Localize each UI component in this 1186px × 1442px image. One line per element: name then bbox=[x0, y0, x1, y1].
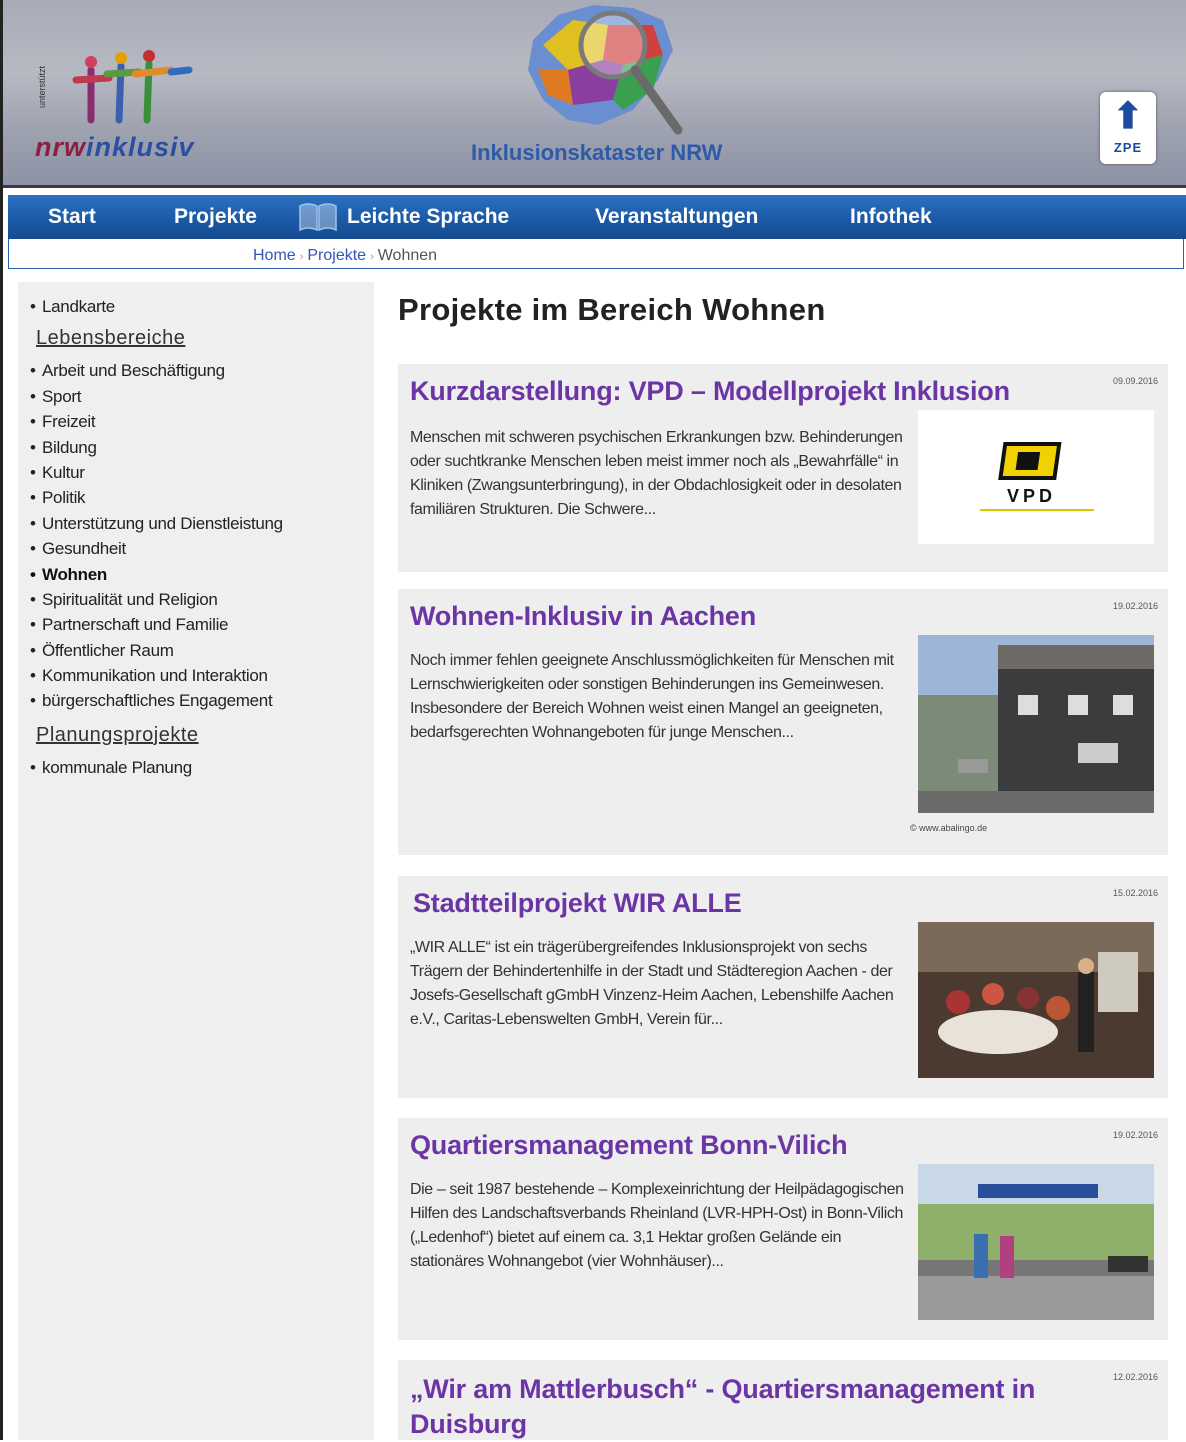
sidebar-item-arbeit[interactable]: Arbeit und Beschäftigung bbox=[30, 358, 374, 383]
project-date: 19.02.2016 bbox=[1112, 601, 1158, 611]
project-card: „Wir am Mattlerbusch“ - Quartiersmanagem… bbox=[398, 1360, 1168, 1440]
project-date: 09.09.2016 bbox=[1112, 376, 1158, 386]
zpe-arrow-icon: ⬆ bbox=[1112, 95, 1144, 136]
project-teaser: Noch immer fehlen geeignete Anschlussmög… bbox=[410, 652, 894, 741]
breadcrumb-separator-icon: › bbox=[299, 251, 304, 263]
sidebar-item-partnerschaft[interactable]: Partnerschaft und Familie bbox=[30, 612, 374, 637]
sidebar-heading-lebensbereiche[interactable]: Lebensbereiche bbox=[36, 327, 374, 350]
nrw-inklusiv-logo-text[interactable]: nrwinklusiv bbox=[35, 132, 195, 163]
project-date: 15.02.2016 bbox=[1112, 888, 1158, 898]
nav-item-projekte[interactable]: Projekte bbox=[174, 205, 257, 229]
project-title[interactable]: Stadtteilprojekt WIR ALLE bbox=[413, 888, 742, 919]
house-photo-icon bbox=[918, 635, 1154, 813]
project-title[interactable]: Quartiersmanagement Bonn-Vilich bbox=[410, 1130, 848, 1161]
sidebar-item-gesundheit[interactable]: Gesundheit bbox=[30, 536, 374, 561]
project-title[interactable]: „Wir am Mattlerbusch“ - Quartiersmanagem… bbox=[410, 1372, 1090, 1442]
nav-item-infothek[interactable]: Infothek bbox=[850, 205, 932, 229]
project-date: 12.02.2016 bbox=[1112, 1372, 1158, 1382]
nav-item-veranstaltungen[interactable]: Veranstaltungen bbox=[595, 205, 758, 229]
site-title[interactable]: Inklusionskataster NRW bbox=[471, 140, 722, 166]
nav-item-start[interactable]: Start bbox=[48, 205, 96, 229]
nrw-map-magnifier-icon bbox=[528, 5, 683, 135]
sidebar-item-landkarte[interactable]: Landkarte bbox=[30, 294, 374, 319]
sidebar-item-oeffentlicher-raum[interactable]: Öffentlicher Raum bbox=[30, 638, 374, 663]
main-navigation: Start Projekte Leichte Sprache Veranstal… bbox=[8, 195, 1186, 239]
logo-text-nrw: nrw bbox=[35, 132, 87, 162]
nav-item-leichte-sprache[interactable]: Leichte Sprache bbox=[347, 205, 509, 229]
sidebar-item-wohnen[interactable]: Wohnen bbox=[30, 562, 374, 587]
breadcrumb-home[interactable]: Home bbox=[253, 247, 296, 264]
page-title: Projekte im Bereich Wohnen bbox=[398, 292, 826, 327]
sidebar-item-unterstuetzung[interactable]: Unterstützung und Dienstleistung bbox=[30, 511, 374, 536]
logo-text-inklusiv: inklusiv bbox=[86, 132, 195, 162]
breadcrumb: Home › Projekte › Wohnen bbox=[8, 239, 1184, 269]
sidebar-item-sport[interactable]: Sport bbox=[30, 384, 374, 409]
vpd-logo-text: VPD bbox=[1007, 486, 1056, 506]
project-image-vpd-logo[interactable]: VPD bbox=[918, 410, 1154, 544]
sidebar-item-kultur[interactable]: Kultur bbox=[30, 460, 374, 485]
book-icon bbox=[299, 203, 337, 232]
project-card: Kurzdarstellung: VPD – Modellprojekt Ink… bbox=[398, 364, 1168, 572]
image-credit[interactable]: © www.abalingo.de bbox=[910, 823, 987, 833]
sidebar-item-bildung[interactable]: Bildung bbox=[30, 435, 374, 460]
project-card: Wohnen-Inklusiv in Aachen 19.02.2016 Noc… bbox=[398, 589, 1168, 855]
vpd-logo-icon: VPD bbox=[980, 442, 1094, 511]
sidebar-heading-planungsprojekte[interactable]: Planungsprojekte bbox=[36, 724, 374, 747]
sidebar-item-politik[interactable]: Politik bbox=[30, 485, 374, 510]
sidebar-item-spiritualitaet[interactable]: Spiritualität und Religion bbox=[30, 587, 374, 612]
project-title[interactable]: Wohnen-Inklusiv in Aachen bbox=[410, 601, 756, 632]
breadcrumb-current: Wohnen bbox=[377, 247, 438, 264]
breadcrumb-separator-icon: › bbox=[370, 251, 374, 263]
project-image-street[interactable] bbox=[918, 1164, 1154, 1320]
sidebar-item-kommunikation[interactable]: Kommunikation und Interaktion bbox=[30, 663, 374, 688]
sidebar-item-engagement[interactable]: bürgerschaftliches Engagement bbox=[30, 688, 374, 713]
site-header: unterstützt nrwinklusiv Inklusionskatast… bbox=[3, 0, 1186, 188]
zpe-logo[interactable]: ⬆ ZPE bbox=[1100, 92, 1156, 164]
project-teaser: „WIR ALLE“ ist ein trägerübergreifendes … bbox=[410, 939, 894, 1028]
project-teaser: Die – seit 1987 bestehende – Komplexeinr… bbox=[410, 1181, 904, 1270]
project-image-house[interactable] bbox=[918, 635, 1154, 813]
project-title[interactable]: Kurzdarstellung: VPD – Modellprojekt Ink… bbox=[410, 376, 1010, 407]
breadcrumb-projekte[interactable]: Projekte bbox=[307, 247, 366, 264]
project-date: 19.02.2016 bbox=[1112, 1130, 1158, 1140]
zpe-label: ZPE bbox=[1113, 140, 1143, 155]
svg-text:unterstützt: unterstützt bbox=[37, 65, 47, 108]
project-teaser: Menschen mit schweren psychischen Erkran… bbox=[410, 429, 903, 518]
project-image-group-meeting[interactable] bbox=[918, 922, 1154, 1078]
project-card: Stadtteilprojekt WIR ALLE 15.02.2016 „WI… bbox=[398, 876, 1168, 1098]
street-photo-icon bbox=[918, 1164, 1154, 1320]
sidebar: Landkarte Lebensbereiche Arbeit und Besc… bbox=[18, 282, 374, 1440]
sidebar-item-freizeit[interactable]: Freizeit bbox=[30, 409, 374, 434]
meeting-photo-icon bbox=[918, 922, 1154, 1078]
project-card: Quartiersmanagement Bonn-Vilich 19.02.20… bbox=[398, 1118, 1168, 1340]
sidebar-item-kommunale-planung[interactable]: kommunale Planung bbox=[30, 755, 374, 780]
